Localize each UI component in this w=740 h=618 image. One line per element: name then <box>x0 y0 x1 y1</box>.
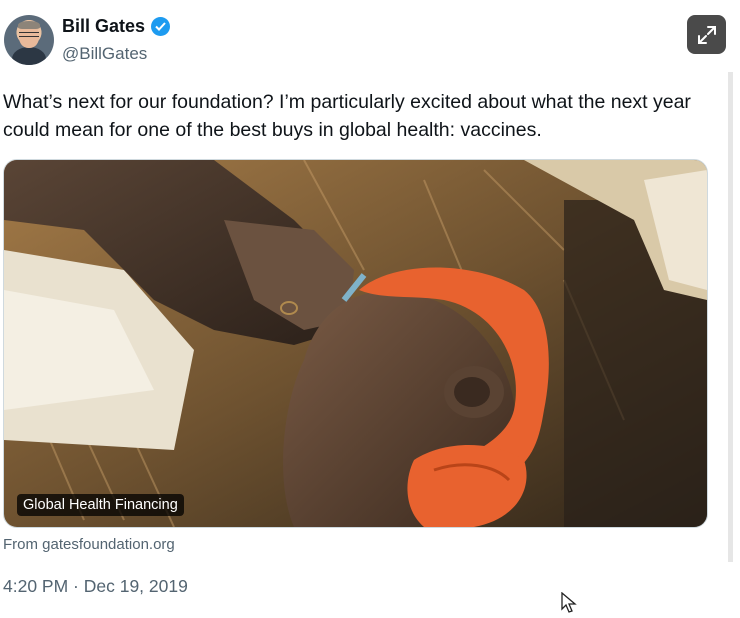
tweet-text: What’s next for our foundation? I’m part… <box>3 91 691 141</box>
avatar-glasses <box>19 32 39 37</box>
link-source[interactable]: From gatesfoundation.org <box>3 536 175 553</box>
author-display-name[interactable]: Bill Gates <box>62 16 145 37</box>
media-card[interactable]: Global Health Financing <box>3 159 708 528</box>
avatar[interactable] <box>4 15 54 65</box>
expand-button[interactable] <box>687 15 726 54</box>
tweet-timestamp[interactable]: 4:20 PM · Dec 19, 2019 <box>3 576 188 597</box>
avatar-suit <box>12 47 46 65</box>
author-handle[interactable]: @BillGates <box>62 44 147 64</box>
expand-icon <box>697 25 716 44</box>
author-name-row[interactable]: Bill Gates <box>62 16 171 37</box>
media-image <box>4 160 707 527</box>
avatar-hair <box>18 21 40 29</box>
tweet-header: Bill Gates @BillGates <box>0 0 740 80</box>
scrollbar[interactable] <box>728 72 733 562</box>
mouse-cursor-icon <box>561 591 579 618</box>
verified-badge-icon <box>151 17 171 36</box>
media-label: Global Health Financing <box>17 494 184 516</box>
